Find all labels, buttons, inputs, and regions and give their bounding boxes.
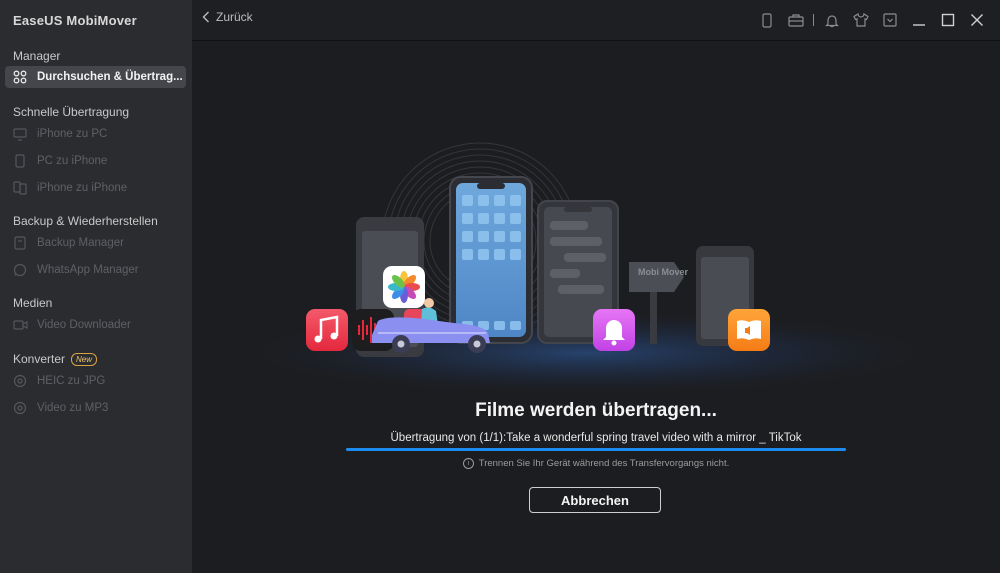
- close-icon[interactable]: [968, 11, 986, 29]
- video-icon: [12, 317, 28, 333]
- progress-bar: [346, 448, 846, 451]
- minimize-icon[interactable]: [910, 11, 928, 29]
- whatsapp-icon: [12, 262, 28, 278]
- phones-icon: [12, 180, 28, 196]
- backup-icon: [12, 235, 28, 251]
- sidebar-item-label: Durchsuchen & Übertrag...: [37, 71, 183, 83]
- section-converter: Konverter New: [13, 352, 98, 367]
- sidebar-item-backup-manager[interactable]: Backup Manager: [5, 232, 186, 254]
- monitor-icon: [12, 126, 28, 142]
- sidebar-item-iphone-to-pc[interactable]: iPhone zu PC: [5, 123, 186, 145]
- section-manager: Manager: [13, 49, 61, 63]
- grid-icon: [12, 69, 28, 85]
- transfer-status: Übertragung von (1/1):Take a wonderful s…: [390, 432, 802, 444]
- sidebar-item-pc-to-iphone[interactable]: PC zu iPhone: [5, 150, 186, 172]
- chevron-left-icon: [202, 11, 209, 23]
- sign-text: Mobi Mover: [638, 267, 688, 277]
- back-label: Zurück: [216, 10, 253, 24]
- top-bar: Zurück: [192, 0, 1000, 41]
- convert-icon: [12, 400, 28, 416]
- disconnect-hint: i Trennen Sie Ihr Gerät während des Trans…: [192, 458, 1000, 469]
- section-media: Medien: [13, 296, 53, 310]
- bell-icon[interactable]: [823, 11, 841, 29]
- sidebar-item-video-downloader[interactable]: Video Downloader: [5, 314, 186, 336]
- sidebar: EaseUS MobiMover Manager Durchsuchen & Ü…: [0, 0, 192, 573]
- app-window: EaseUS MobiMover Manager Durchsuchen & Ü…: [0, 0, 1000, 573]
- phone-main: [449, 176, 533, 344]
- music-app-icon: [306, 309, 348, 351]
- photos-app-icon: [383, 266, 425, 308]
- info-icon: i: [462, 458, 474, 469]
- sidebar-item-label: Video Downloader: [37, 319, 131, 331]
- audiobook-app-icon: [728, 309, 770, 351]
- dropdown-menu-icon[interactable]: [881, 11, 899, 29]
- device-icon[interactable]: [758, 11, 776, 29]
- sidebar-item-video-to-mp3[interactable]: Video zu MP3: [5, 397, 186, 419]
- sidebar-item-label: Backup Manager: [37, 237, 124, 249]
- sidebar-item-whatsapp-manager[interactable]: WhatsApp Manager: [5, 259, 186, 281]
- toolbar-icons: [747, 11, 986, 29]
- toolbar-divider: [813, 14, 814, 26]
- transfer-title: Filme werden übertragen...: [475, 400, 717, 421]
- notification-app-icon: [593, 309, 635, 351]
- sidebar-item-label: iPhone zu PC: [37, 128, 108, 140]
- progress-fill: [346, 448, 846, 451]
- section-converter-title: Konverter: [13, 352, 66, 366]
- sidebar-item-iphone-to-iphone[interactable]: iPhone zu iPhone: [5, 177, 186, 199]
- app-title: EaseUS MobiMover: [13, 13, 137, 28]
- convert-icon: [12, 373, 28, 389]
- sidebar-item-label: PC zu iPhone: [37, 155, 108, 167]
- maximize-icon[interactable]: [939, 11, 957, 29]
- sidebar-item-label: iPhone zu iPhone: [37, 182, 128, 194]
- sidebar-item-label: HEIC zu JPG: [37, 375, 106, 387]
- sidebar-item-label: Video zu MP3: [37, 402, 109, 414]
- back-button[interactable]: Zurück: [202, 10, 253, 24]
- phone-icon: [12, 153, 28, 169]
- toolbox-icon[interactable]: [787, 11, 805, 29]
- hint-text: Trennen Sie Ihr Gerät während des Transf…: [478, 458, 730, 470]
- sidebar-item-heic-to-jpg[interactable]: HEIC zu JPG: [5, 370, 186, 392]
- new-badge: New: [71, 353, 98, 367]
- section-backup: Backup & Wiederherstellen: [13, 214, 158, 228]
- sidebar-item-browse-transfer[interactable]: Durchsuchen & Übertrag...: [5, 66, 186, 88]
- sidebar-item-label: WhatsApp Manager: [37, 264, 139, 276]
- cancel-button[interactable]: Abbrechen: [529, 487, 661, 513]
- transfer-panel: Mobi Mover Filme werden übertragen... Üb…: [192, 41, 1000, 573]
- shirt-icon[interactable]: [852, 11, 870, 29]
- section-quick-transfer: Schnelle Übertragung: [13, 105, 130, 119]
